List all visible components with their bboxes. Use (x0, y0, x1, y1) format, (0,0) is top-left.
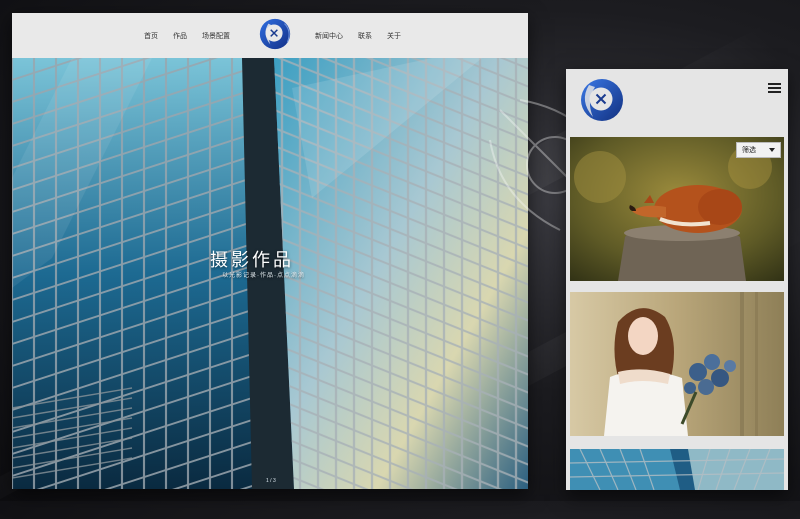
mobile-header (566, 69, 788, 132)
logo-icon[interactable] (256, 16, 294, 52)
building-photo (570, 449, 784, 490)
nav-left: 首页 作品 场景配置 (144, 13, 230, 58)
nav-right: 新闻中心 联系 关于 (315, 13, 401, 58)
mobile-mockup: 筛选 (566, 69, 788, 490)
desktop-mockup: 首页 作品 场景配置 新闻中心 联系 关于 摄影作品 以光影记录·作品·点点滴滴… (12, 13, 528, 489)
nav-item-news[interactable]: 新闻中心 (315, 31, 343, 41)
logo-icon[interactable] (574, 75, 626, 125)
nav-item-works[interactable]: 作品 (173, 31, 187, 41)
nav-item-contact[interactable]: 联系 (358, 31, 372, 41)
filter-dropdown[interactable]: 筛选 (736, 142, 781, 158)
hero-banner[interactable]: 摄影作品 以光影记录·作品·点点滴滴 1 / 3 (12, 58, 528, 489)
filter-label: 筛选 (742, 147, 756, 154)
gallery-card-bride[interactable] (570, 292, 784, 436)
hero-subtitle: 以光影记录·作品·点点滴滴 (222, 273, 305, 279)
fox-photo (570, 137, 784, 281)
gallery-card-building[interactable] (570, 449, 784, 490)
nav-item-about[interactable]: 关于 (387, 31, 401, 41)
menu-icon[interactable] (768, 83, 781, 93)
hero-pager[interactable]: 1 / 3 (266, 478, 276, 484)
hero-title: 摄影作品 (210, 250, 294, 270)
nav-item-scene-config[interactable]: 场景配置 (202, 31, 230, 41)
bride-photo (570, 292, 784, 436)
chevron-down-icon (769, 148, 775, 152)
nav-item-home[interactable]: 首页 (144, 31, 158, 41)
gallery-card-fox[interactable] (570, 137, 784, 281)
desktop-header: 首页 作品 场景配置 新闻中心 联系 关于 (12, 13, 528, 58)
